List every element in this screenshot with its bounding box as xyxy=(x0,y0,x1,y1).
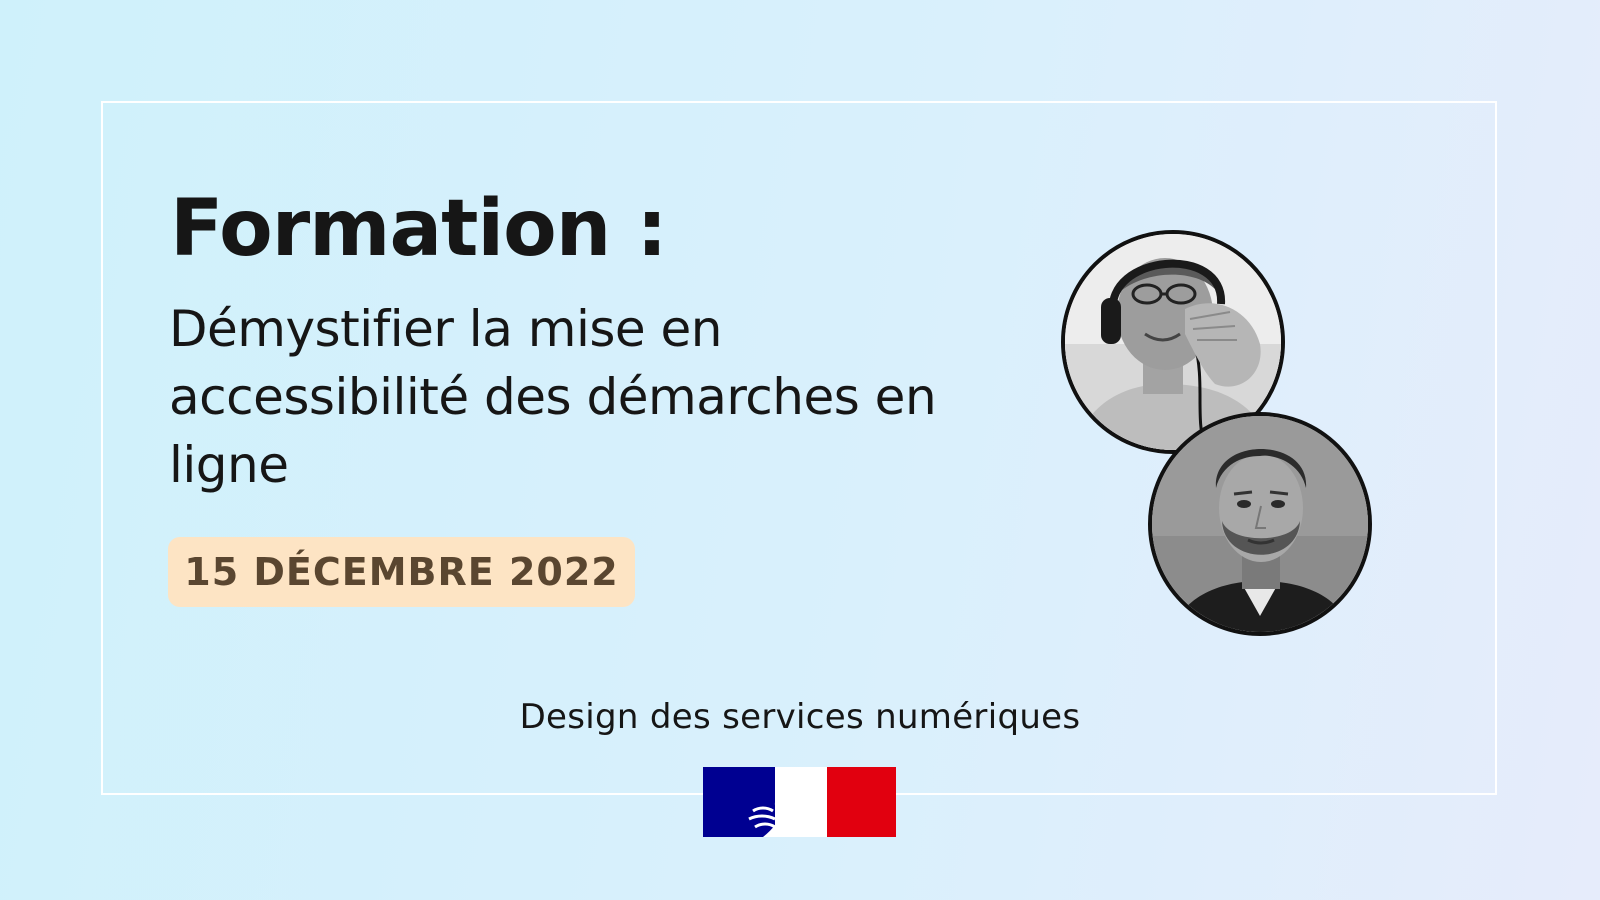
organization-name: Design des services numériques xyxy=(519,697,1081,737)
training-subtitle: Démystifier la mise en accessibilité des… xyxy=(169,300,937,494)
speaker-photo-2 xyxy=(1148,412,1372,636)
page-title: Formation : xyxy=(170,184,668,274)
date-badge: 15 DÉCEMBRE 2022 xyxy=(168,537,635,607)
marianne-flag-logo xyxy=(703,767,896,837)
